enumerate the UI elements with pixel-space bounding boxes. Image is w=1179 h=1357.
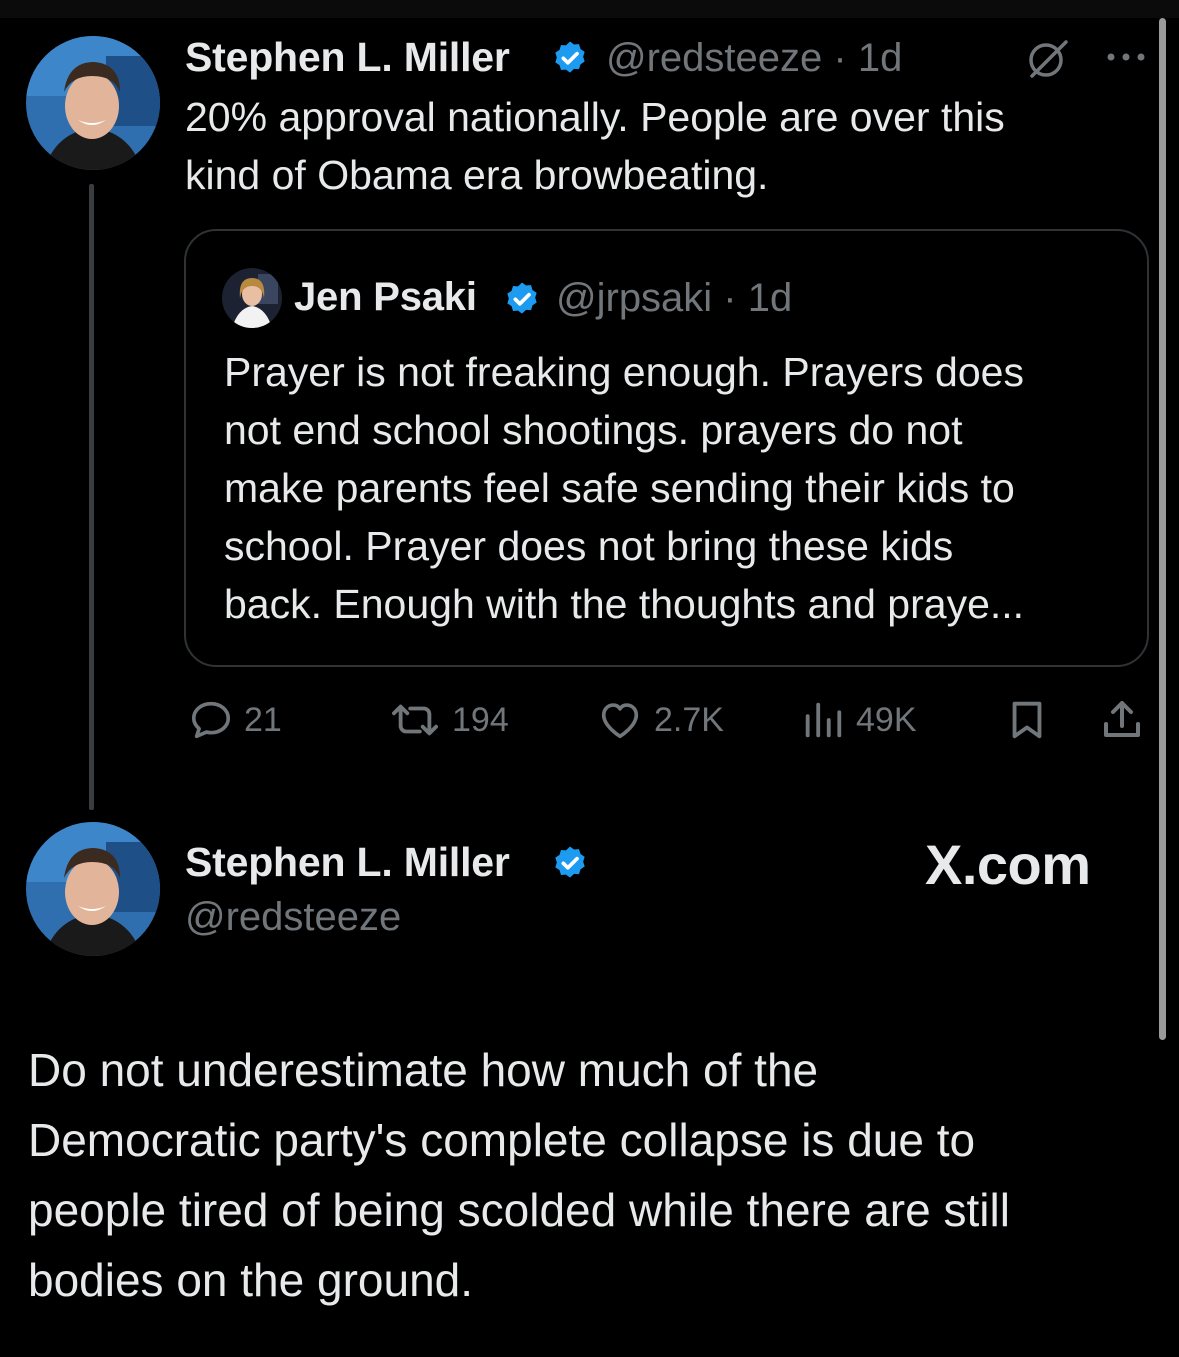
- repost-count: 194: [452, 700, 509, 739]
- more-options-icon[interactable]: [1103, 42, 1149, 72]
- quoted-author-avatar: [222, 268, 282, 328]
- reply-button[interactable]: 21: [188, 694, 282, 746]
- grok-icon[interactable]: [1024, 34, 1072, 82]
- author-avatar[interactable]: [26, 36, 160, 170]
- views-count: 49K: [856, 700, 917, 739]
- share-button[interactable]: [1098, 694, 1146, 746]
- repost-icon: [392, 704, 439, 736]
- verified-badge-icon: [555, 41, 585, 73]
- tweet-text: 20% approval nationally. People are over…: [185, 94, 1005, 198]
- avatar-photo: [26, 822, 160, 956]
- bookmark-icon: [1012, 701, 1042, 739]
- like-button[interactable]: 2.7K: [596, 694, 724, 746]
- repost-button[interactable]: 194: [388, 694, 509, 746]
- reply-author-avatar[interactable]: [26, 822, 160, 956]
- author-handle-time[interactable]: @redsteeze · 1d: [606, 36, 902, 81]
- views-button[interactable]: 49K: [800, 694, 917, 746]
- reply-author-name[interactable]: Stephen L. Miller: [185, 839, 510, 886]
- like-count: 2.7K: [654, 700, 724, 739]
- quoted-author-handle-time: @jrpsaki · 1d: [556, 276, 793, 320]
- quoted-tweet-text: Prayer is not freaking enough. Prayers d…: [224, 349, 1025, 627]
- reply-text: Do not underestimate how much of the Dem…: [28, 1044, 1010, 1306]
- verified-badge-icon: [555, 846, 585, 878]
- x-com-brand-logo: X.com: [925, 833, 1091, 896]
- views-icon: [805, 702, 842, 738]
- scrollbar[interactable]: [1159, 18, 1166, 1040]
- reply-author-handle[interactable]: @redsteeze: [185, 895, 401, 940]
- verified-badge-icon: [507, 282, 537, 314]
- quoted-author-name: Jen Psaki: [294, 275, 477, 319]
- quoted-avatar-photo: [222, 268, 282, 328]
- share-icon: [1104, 701, 1140, 737]
- author-name[interactable]: Stephen L. Miller: [185, 34, 510, 81]
- thread-connector-line: [89, 184, 94, 810]
- reply-icon: [191, 701, 231, 739]
- avatar-photo: [26, 36, 160, 170]
- bookmark-button[interactable]: [1004, 694, 1050, 746]
- like-icon: [601, 703, 639, 739]
- status-bar-strip: [0, 0, 1179, 18]
- reply-count: 21: [244, 700, 282, 739]
